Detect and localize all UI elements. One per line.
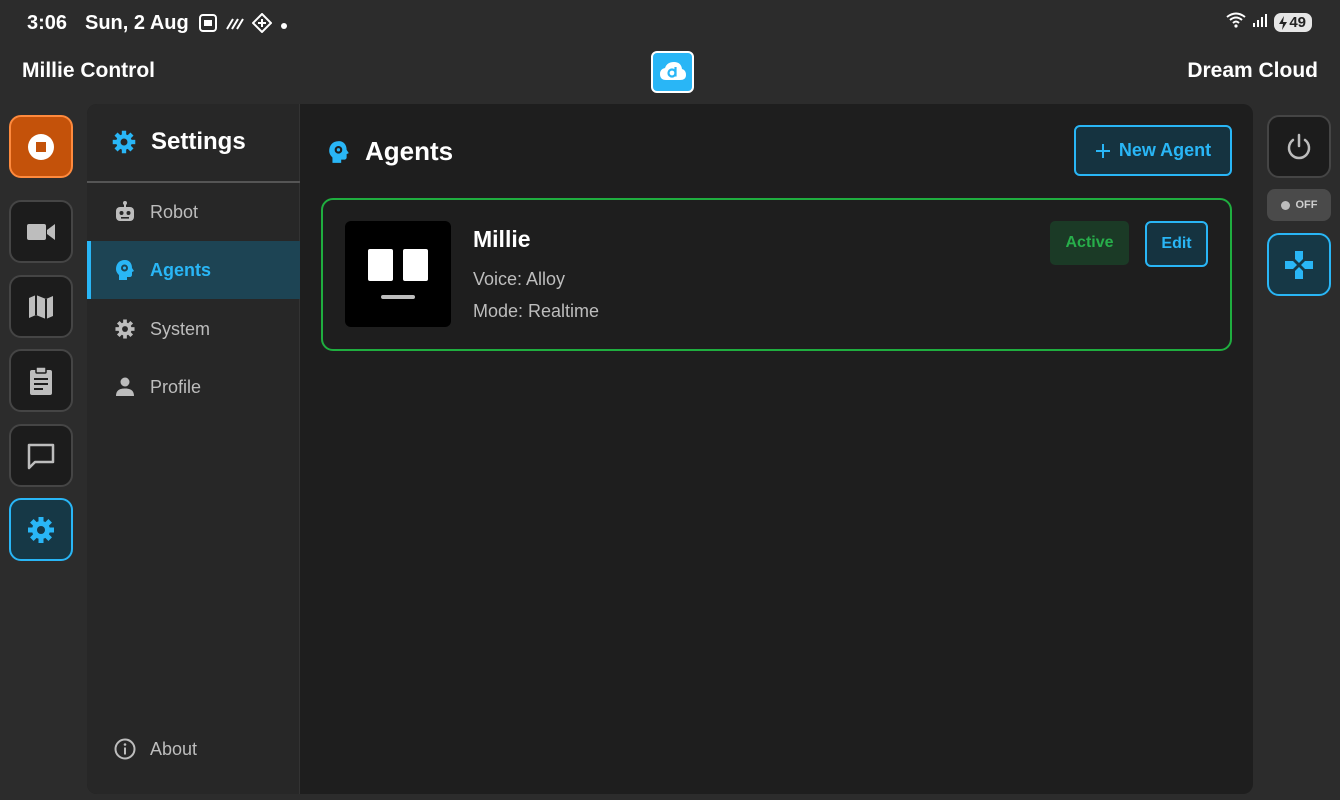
- toggle-dot: [1280, 200, 1290, 210]
- power-toggle[interactable]: OFF: [1267, 189, 1331, 221]
- system-status: 49: [1226, 12, 1312, 33]
- clipboard-icon: [30, 365, 52, 395]
- camera-button[interactable]: [9, 200, 73, 263]
- battery-indicator: 49: [1274, 13, 1312, 32]
- agent-name: Millie: [473, 226, 531, 252]
- dot-icon: [280, 17, 288, 35]
- settings-header: Settings: [111, 128, 246, 156]
- settings-sidebar: Settings Robot Agents System Profile Abo…: [87, 104, 300, 794]
- head-icon: [116, 260, 134, 280]
- settings-title: Settings: [151, 128, 246, 155]
- toggle-label: OFF: [1295, 199, 1318, 211]
- power-icon: [1287, 133, 1311, 159]
- sidebar-item-label: System: [150, 318, 211, 339]
- agent-mode: Mode: Realtime: [473, 301, 600, 321]
- sidebar-item-label: About: [150, 738, 198, 759]
- status-date: Sun, 2 Aug: [85, 12, 189, 34]
- gear-icon: [112, 130, 136, 154]
- gamepad-icon: [1285, 250, 1313, 279]
- wifi-icon: [1226, 12, 1246, 33]
- sidebar-item-about[interactable]: About: [87, 720, 300, 778]
- sidebar-item-label: Agents: [150, 259, 212, 280]
- plus-icon: [1095, 143, 1110, 158]
- info-icon: [114, 738, 136, 760]
- sidebar-item-agents[interactable]: Agents: [87, 241, 300, 299]
- agent-avatar: [345, 221, 451, 327]
- gamepad-button[interactable]: [1267, 233, 1331, 296]
- map-icon: [29, 294, 53, 319]
- chat-icon: [27, 443, 55, 469]
- lines-icon: [226, 15, 244, 36]
- robot-icon: [116, 201, 134, 221]
- sidebar-item-label: Robot: [150, 201, 199, 222]
- status-badge: Active: [1050, 221, 1129, 265]
- status-bar: 3:06 Sun, 2 Aug 49: [0, 0, 1340, 48]
- signal-icon: [1252, 12, 1268, 33]
- battery-level: 49: [1289, 14, 1306, 31]
- cloud-title: Dream Cloud: [1187, 59, 1318, 82]
- agent-voice: Voice: Alloy: [473, 269, 566, 289]
- status-time: 3:06: [27, 12, 68, 34]
- sidebar-item-robot[interactable]: Robot: [87, 183, 300, 241]
- video-camera-icon: [27, 223, 55, 240]
- power-button[interactable]: [1267, 115, 1331, 178]
- notification-icons: [198, 12, 288, 38]
- charging-icon: [1279, 15, 1288, 30]
- sidebar-item-profile[interactable]: Profile: [87, 358, 300, 416]
- stop-icon: [28, 133, 54, 160]
- agents-header: Agents: [327, 136, 453, 167]
- app-title: Millie Control: [22, 59, 155, 82]
- screenshot-icon: [198, 13, 218, 38]
- head-icon: [329, 140, 349, 163]
- gear-icon: [115, 319, 135, 339]
- settings-button[interactable]: [9, 498, 73, 561]
- page-title: Agents: [365, 136, 454, 166]
- clipboard-button[interactable]: [9, 349, 73, 412]
- person-icon: [116, 377, 134, 396]
- diamond-icon: [251, 12, 273, 38]
- sidebar-item-label: Profile: [150, 376, 202, 397]
- map-button[interactable]: [9, 275, 73, 338]
- new-agent-button[interactable]: New Agent: [1074, 125, 1232, 176]
- cloud-d-logo-icon: [651, 51, 694, 93]
- sidebar-item-system[interactable]: System: [87, 300, 300, 358]
- chat-button[interactable]: [9, 424, 73, 487]
- gear-icon: [28, 516, 54, 543]
- settings-panel: Settings Robot Agents System Profile Abo…: [87, 104, 1253, 794]
- new-agent-label: New Agent: [1118, 140, 1212, 160]
- agent-card[interactable]: Millie Voice: Alloy Mode: Realtime Activ…: [321, 198, 1232, 351]
- stop-button[interactable]: [9, 115, 73, 178]
- edit-button[interactable]: Edit: [1145, 221, 1208, 267]
